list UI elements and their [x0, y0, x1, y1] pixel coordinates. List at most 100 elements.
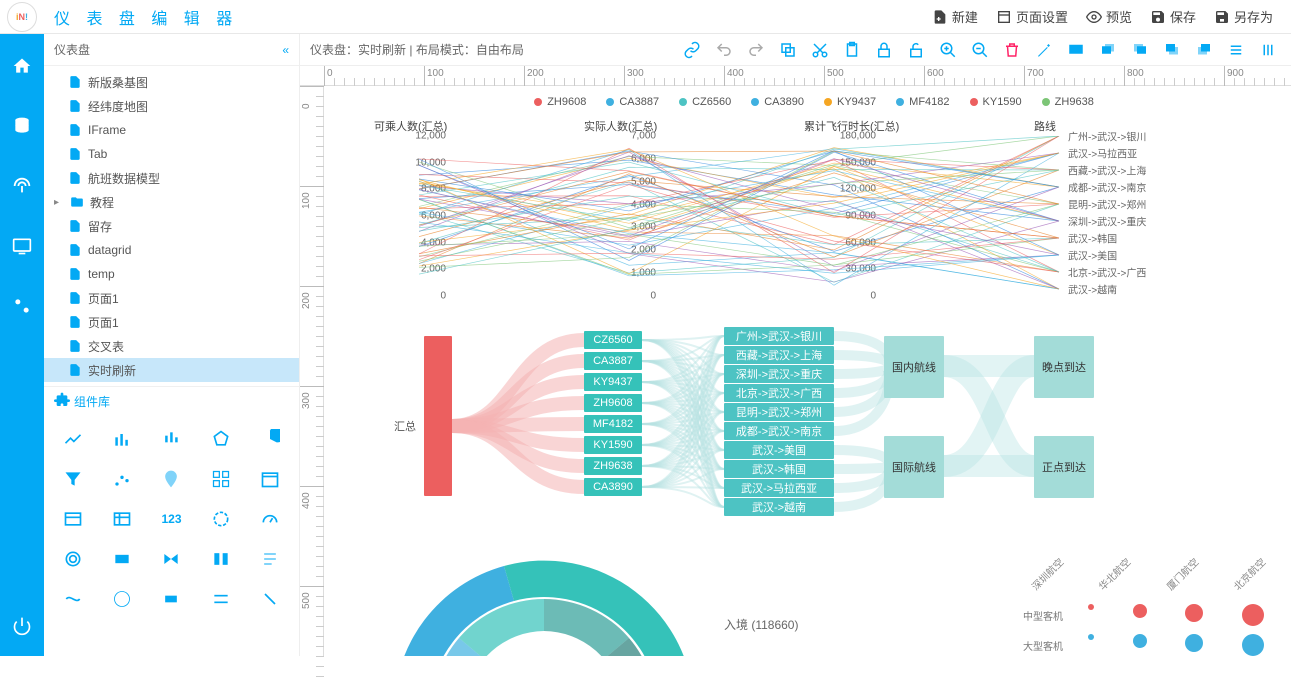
comp-grid-icon[interactable] [196, 462, 245, 496]
tree-item[interactable]: 留存 [44, 214, 299, 238]
sankey-flight-node: ZH9608 [584, 394, 642, 412]
comp-radar-icon[interactable] [196, 422, 245, 456]
comp-candle-icon[interactable] [147, 422, 196, 456]
legend-item[interactable]: ZH9608 [534, 96, 586, 108]
tree-item[interactable]: 经纬度地图 [44, 94, 299, 118]
tree-item[interactable]: Tab [44, 142, 299, 166]
comp-line-chart-icon[interactable] [48, 422, 97, 456]
comp-x2-icon[interactable] [147, 582, 196, 616]
sankey-route-node: 广州->武汉->银川 [724, 327, 834, 345]
tb-paste-icon[interactable] [843, 41, 861, 59]
tree-item[interactable]: 航班数据模型 [44, 166, 299, 190]
file-icon [68, 75, 82, 89]
save-button[interactable]: 保存 [1150, 7, 1196, 26]
comp-split-icon[interactable] [196, 542, 245, 576]
rail-data-icon[interactable] [10, 114, 34, 138]
rail-dashboard-icon[interactable] [10, 174, 34, 198]
comp-scatter-icon[interactable] [97, 462, 146, 496]
tb-lock-icon[interactable] [875, 41, 893, 59]
legend-item[interactable]: CA3887 [606, 96, 659, 108]
rail-screen-icon[interactable] [10, 234, 34, 258]
tb-unlock-icon[interactable] [907, 41, 925, 59]
comp-x4-icon[interactable] [246, 582, 295, 616]
tb-layer2-icon[interactable] [1131, 41, 1149, 59]
comp-number-icon[interactable]: 123 [147, 502, 196, 536]
canvas-breadcrumb: 仪表盘：实时刷新 | 布局模式：自由布局 [300, 41, 524, 58]
sankey-route-node: 武汉->越南 [724, 498, 834, 516]
tb-layer4-icon[interactable] [1195, 41, 1213, 59]
tree-item[interactable]: 页面1 [44, 286, 299, 310]
legend-item[interactable]: CA3890 [751, 96, 804, 108]
caret-icon: ▸ [54, 197, 64, 208]
bubble-chart: 深圳航空华北航空厦门航空北京航空中型客机大型客机 [1013, 566, 1283, 656]
preview-button[interactable]: 预览 [1086, 7, 1132, 26]
sankey-route-node: 深圳->武汉->重庆 [724, 365, 834, 383]
rail-settings-icon[interactable] [10, 294, 34, 318]
legend-item[interactable]: KY9437 [824, 96, 876, 108]
comp-link-icon[interactable] [48, 582, 97, 616]
sankey-arrival-node: 正点到达 [1034, 436, 1094, 498]
tb-delete-icon[interactable] [1003, 41, 1021, 59]
sankey-flight-node: CA3890 [584, 478, 642, 496]
comp-gauge-a-icon[interactable] [196, 502, 245, 536]
tree-item[interactable]: 交叉表 [44, 334, 299, 358]
comp-pie-icon[interactable] [246, 422, 295, 456]
legend-item[interactable]: CZ6560 [679, 96, 731, 108]
tree-item[interactable]: 实时刷新 [44, 358, 299, 382]
comp-calendar-icon[interactable] [246, 462, 295, 496]
canvas-content[interactable]: ZH9608 CA3887 CZ6560 CA3890 KY9437 MF4182 KY15… [324, 86, 1291, 656]
tree-item[interactable]: ▸教程 [44, 190, 299, 214]
comp-funnel-icon[interactable] [48, 462, 97, 496]
sidebar-title: 仪表盘 [54, 41, 90, 58]
comp-x1-icon[interactable] [97, 582, 146, 616]
tb-layer1-icon[interactable] [1099, 41, 1117, 59]
complib-header: 组件库 [44, 386, 299, 416]
tb-link-icon[interactable] [683, 41, 701, 59]
comp-gauge-b-icon[interactable] [246, 502, 295, 536]
sankey-route-node: 武汉->马拉西亚 [724, 479, 834, 497]
comp-map-icon[interactable] [147, 462, 196, 496]
tb-redo-icon[interactable] [747, 41, 765, 59]
comp-table-a-icon[interactable] [48, 502, 97, 536]
tree-item[interactable]: temp [44, 262, 299, 286]
tb-cut-icon[interactable] [811, 41, 829, 59]
comp-text-icon[interactable] [246, 542, 295, 576]
tb-undo-icon[interactable] [715, 41, 733, 59]
comp-bowtie-icon[interactable] [147, 542, 196, 576]
legend-item[interactable]: MF4182 [896, 96, 949, 108]
left-rail [0, 34, 44, 656]
tree-item[interactable]: 页面1 [44, 310, 299, 334]
tb-copy-icon[interactable] [779, 41, 797, 59]
new-button[interactable]: 新建 [932, 7, 978, 26]
sankey-route-node: 西藏->武汉->上海 [724, 346, 834, 364]
tb-zoomout-icon[interactable] [971, 41, 989, 59]
legend-item[interactable]: ZH9638 [1042, 96, 1094, 108]
file-icon [68, 123, 82, 137]
tree-item[interactable]: 新版桑基图 [44, 70, 299, 94]
comp-bar-chart-icon[interactable] [97, 422, 146, 456]
collapse-sidebar-icon[interactable]: « [282, 43, 289, 57]
sankey-chart: 汇总CZ6560CA3887KY9437ZH9608MF4182KY1590ZH… [424, 326, 1164, 526]
tree-item[interactable]: IFrame [44, 118, 299, 142]
rail-home-icon[interactable] [10, 54, 34, 78]
tb-layer3-icon[interactable] [1163, 41, 1181, 59]
tb-cols-icon[interactable] [1259, 41, 1277, 59]
tb-align-icon[interactable] [1227, 41, 1245, 59]
sankey-group-node: 国际航线 [884, 436, 944, 498]
save-as-button[interactable]: 另存为 [1214, 7, 1273, 26]
page-settings-button[interactable]: 页面设置 [996, 7, 1068, 26]
sankey-flight-node: MF4182 [584, 415, 642, 433]
sankey-arrival-node: 晚点到达 [1034, 336, 1094, 398]
tb-brush-icon[interactable] [1035, 41, 1053, 59]
legend-item[interactable]: KY1590 [970, 96, 1022, 108]
comp-table-b-icon[interactable] [97, 502, 146, 536]
sankey-route-node: 成都->武汉->南京 [724, 422, 834, 440]
comp-x3-icon[interactable] [196, 582, 245, 616]
file-icon [68, 291, 82, 305]
tb-screen-icon[interactable] [1067, 41, 1085, 59]
tb-zoomin-icon[interactable] [939, 41, 957, 59]
comp-target-icon[interactable] [48, 542, 97, 576]
tree-item[interactable]: datagrid [44, 238, 299, 262]
comp-rect-icon[interactable] [97, 542, 146, 576]
rail-power-icon[interactable] [10, 614, 34, 638]
